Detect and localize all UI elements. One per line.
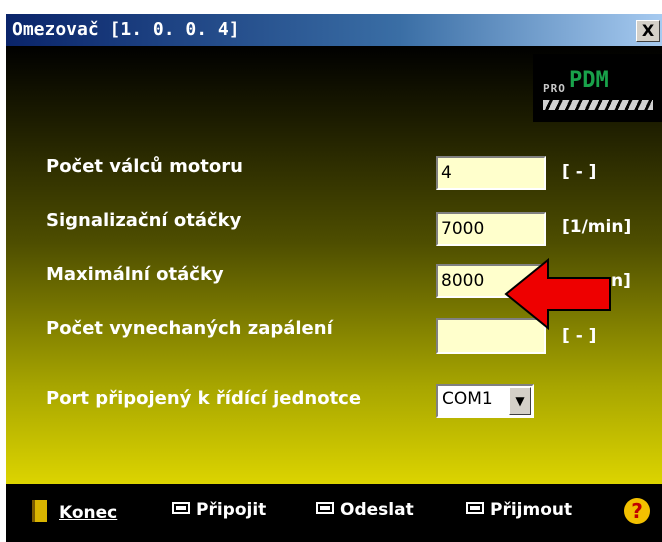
port-label: Port připojený k řídící jednotce [46, 388, 362, 409]
propdm-logo: PRO PDM [533, 54, 662, 122]
cylinders-label: Počet válců motoru [46, 156, 243, 177]
footer-toolbar: Konec Připojit Odeslat Přijmout ? [6, 484, 662, 542]
max-rpm-label: Maximální otáčky [46, 264, 224, 285]
logo-pro-text: PRO [543, 82, 566, 95]
red-arrow-annotation [504, 258, 611, 331]
help-icon[interactable]: ? [624, 498, 650, 524]
odeslat-label: Odeslat [340, 500, 414, 520]
signal-rpm-label: Signalizační otáčky [46, 210, 242, 231]
pripojit-button[interactable]: Připojit [172, 500, 266, 520]
cylinders-field[interactable]: 4 [436, 156, 546, 190]
close-button[interactable]: X [636, 20, 660, 42]
send-icon [316, 502, 334, 514]
arrow-shape [504, 258, 611, 331]
chevron-down-icon[interactable]: ▼ [509, 387, 531, 415]
app-window: Omezovač [1. 0. 0. 4] X PRO PDM Počet vá… [6, 14, 662, 542]
port-select-value: COM1 [442, 389, 493, 409]
logo-stripes [543, 100, 653, 110]
signal-rpm-unit: [1/min] [562, 217, 632, 237]
title-bar: Omezovač [1. 0. 0. 4] X [6, 14, 662, 46]
connect-icon [172, 502, 190, 514]
konec-button[interactable]: Konec [32, 500, 117, 523]
prijmout-button[interactable]: Přijmout [466, 500, 572, 520]
pripojit-label: Připojit [196, 500, 267, 520]
port-select[interactable]: COM1 ▼ [436, 384, 534, 418]
skipped-ignitions-label: Počet vynechaných zapálení [46, 318, 333, 339]
window-title: Omezovač [1. 0. 0. 4] [12, 19, 240, 40]
cylinders-unit: [ - ] [562, 162, 597, 182]
prijmout-label: Přijmout [490, 500, 573, 520]
odeslat-button[interactable]: Odeslat [316, 500, 414, 520]
settings-panel: PRO PDM Počet válců motoru 4 [ - ] Signa… [6, 46, 662, 484]
door-exit-icon [32, 500, 47, 522]
logo-pdm-text: PDM [569, 68, 609, 93]
konec-label: Konec [59, 503, 118, 523]
receive-icon [466, 502, 484, 514]
signal-rpm-field[interactable]: 7000 [436, 212, 546, 246]
